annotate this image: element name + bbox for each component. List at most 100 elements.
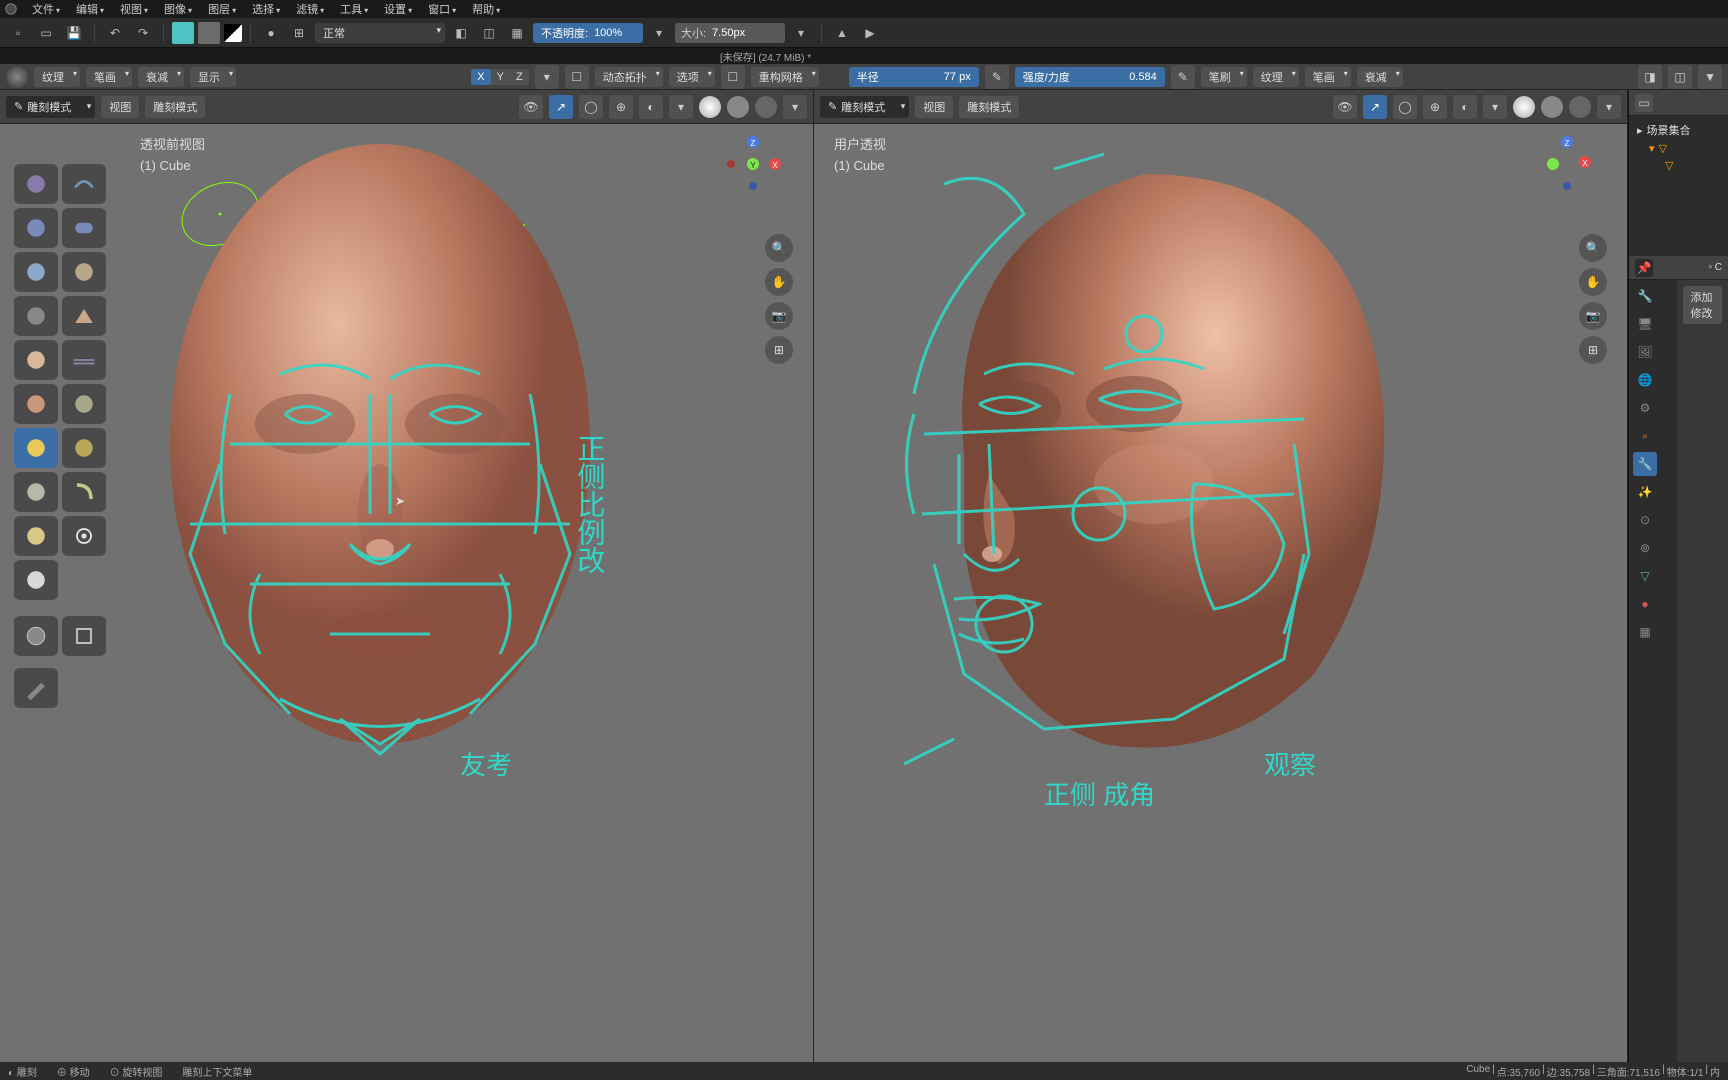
brush-dropdown[interactable]: 笔刷	[1201, 67, 1247, 87]
draw-sharp-tool[interactable]	[62, 164, 106, 204]
shading-dropdown-icon[interactable]: ▾	[669, 95, 693, 119]
pinch-brush-tool[interactable]	[14, 428, 58, 468]
zoom-icon-r[interactable]: 🔍	[1579, 234, 1607, 262]
opacity-input[interactable]: 不透明度:100%	[533, 23, 643, 43]
shading-matcap-icon[interactable]	[755, 96, 777, 118]
prop-tab-modifier[interactable]: 🔧	[1633, 452, 1657, 476]
mask-icon[interactable]: ▦	[505, 21, 529, 45]
box-hide-tool[interactable]	[62, 616, 106, 656]
options-dropdown[interactable]: 选项	[669, 67, 715, 87]
camera-icon[interactable]: 📷	[765, 302, 793, 330]
brush-preview-icon[interactable]	[6, 66, 28, 88]
prop-tab-data[interactable]: ▽	[1633, 564, 1657, 588]
xray-icon-r[interactable]: ◐	[1453, 95, 1477, 119]
outliner-collection[interactable]: ▾▽	[1633, 140, 1724, 157]
layer-brush-tool[interactable]	[14, 252, 58, 292]
panel-toggle-icon[interactable]: ◨	[1638, 65, 1662, 89]
strength-input[interactable]: 强度/力度0.584	[1015, 67, 1165, 87]
prop-tab-render[interactable]: 🔧	[1633, 284, 1657, 308]
blend-mode-dropdown[interactable]: 正常	[315, 23, 445, 43]
shading-dropdown-icon-r[interactable]: ▾	[1483, 95, 1507, 119]
dyntopo-dropdown[interactable]: 动态拓扑	[595, 67, 663, 87]
axis-z-btn[interactable]: Z	[510, 69, 529, 85]
clay-strips-tool[interactable]	[62, 208, 106, 248]
xray-icon[interactable]: ◐	[639, 95, 663, 119]
prop-tab-scene[interactable]: 🌐	[1633, 368, 1657, 392]
opacity-dropdown-icon[interactable]: ▾	[647, 21, 671, 45]
texture-dropdown[interactable]: 纹理	[34, 67, 80, 87]
outliner-scene[interactable]: ▸场景集合	[1633, 120, 1724, 140]
shading-wire-icon-r[interactable]	[1513, 96, 1535, 118]
viewport-left-content[interactable]: 透视前视图 (1) Cube Z Y X 🔍 ✋ 📷 ⊞	[0, 124, 813, 1062]
falloff-dropdown[interactable]: 衰减	[138, 67, 184, 87]
props-pin-icon[interactable]: 📌	[1635, 259, 1653, 277]
camera-icon-r[interactable]: 📷	[1579, 302, 1607, 330]
filter-icon[interactable]: ▼	[1698, 65, 1722, 89]
radius-pressure-icon[interactable]: ✎	[985, 65, 1009, 89]
pan-icon-r[interactable]: ✋	[1579, 268, 1607, 296]
menu-view[interactable]: 视图▾	[112, 1, 156, 17]
zoom-icon[interactable]: 🔍	[765, 234, 793, 262]
foreground-color-swatch[interactable]	[172, 22, 194, 44]
alpha-lock-icon[interactable]: ◫	[477, 21, 501, 45]
outliner-display-icon[interactable]: ▭	[1635, 94, 1653, 112]
symmetry-options-icon[interactable]: ▾	[535, 65, 559, 89]
navigation-gizmo-left[interactable]: Z Y X	[723, 134, 783, 194]
menu-help[interactable]: 帮助▾	[464, 1, 508, 17]
shading-solid-icon[interactable]	[727, 96, 749, 118]
shading-wire-icon[interactable]	[699, 96, 721, 118]
draw-brush-tool[interactable]	[14, 164, 58, 204]
strength-pressure-icon[interactable]: ✎	[1171, 65, 1195, 89]
crease-brush-tool[interactable]	[62, 296, 106, 336]
blob-brush-tool[interactable]	[14, 296, 58, 336]
prop-tab-material[interactable]: ●	[1633, 592, 1657, 616]
prop-tab-constraints[interactable]: ⊚	[1633, 536, 1657, 560]
clay-brush-tool[interactable]	[14, 208, 58, 248]
snake-hook-tool[interactable]	[62, 472, 106, 512]
smooth-brush-tool[interactable]	[14, 340, 58, 380]
brush-size-input[interactable]: 大小:7.50px	[675, 23, 785, 43]
thumb-brush-tool[interactable]	[14, 516, 58, 556]
rotate-brush-tool[interactable]	[62, 516, 106, 556]
prop-tab-physics[interactable]: ⊙	[1633, 508, 1657, 532]
overlay2-icon-r[interactable]: ⊕	[1423, 95, 1447, 119]
add-modifier-button[interactable]: 添加修改	[1683, 286, 1723, 324]
undo-icon[interactable]: ↶	[103, 21, 127, 45]
grid-icon[interactable]: ⊞	[287, 21, 311, 45]
menu-layer[interactable]: 图层▾	[200, 1, 244, 17]
perspective-icon[interactable]: ⊞	[765, 336, 793, 364]
menu-filter[interactable]: 滤镜▾	[288, 1, 332, 17]
perspective-icon-r[interactable]: ⊞	[1579, 336, 1607, 364]
swap-colors-icon[interactable]	[224, 24, 242, 42]
elastic-brush-tool[interactable]	[14, 472, 58, 512]
remesh-dropdown[interactable]: 重构网格	[751, 67, 819, 87]
brush-preset-icon[interactable]: ●	[259, 21, 283, 45]
menu-select[interactable]: 选择▾	[244, 1, 288, 17]
prop-tab-output[interactable]: 🖥	[1633, 312, 1657, 336]
annotate-tool[interactable]	[14, 668, 58, 708]
mirror-h-icon[interactable]: ▲	[830, 21, 854, 45]
new-file-icon[interactable]: ▫	[6, 21, 30, 45]
axis-x-btn[interactable]: X	[471, 69, 490, 85]
grab-brush-tool[interactable]	[62, 428, 106, 468]
box-mask-tool[interactable]	[14, 616, 58, 656]
stroke2-dropdown[interactable]: 笔画	[1305, 67, 1351, 87]
menu-tools[interactable]: 工具▾	[332, 1, 376, 17]
open-file-icon[interactable]: ▭	[34, 21, 58, 45]
stroke-dropdown[interactable]: 笔画	[86, 67, 132, 87]
outliner-object[interactable]: ▽	[1633, 157, 1724, 174]
shading-render-icon-r[interactable]: ▾	[1597, 95, 1621, 119]
outliner[interactable]: ▸场景集合 ▾▽ ▽	[1629, 116, 1728, 256]
size-dropdown-icon[interactable]: ▾	[789, 21, 813, 45]
menu-file[interactable]: 文件▾	[24, 1, 68, 17]
viewport-right-content[interactable]: 用户透视 (1) Cube Z X 🔍 ✋ 📷 ⊞	[814, 124, 1627, 1062]
mask-brush-tool[interactable]	[14, 560, 58, 600]
menu-edit[interactable]: 编辑▾	[68, 1, 112, 17]
eraser-icon[interactable]: ◧	[449, 21, 473, 45]
prop-tab-texture[interactable]: ▦	[1633, 620, 1657, 644]
prop-tab-view[interactable]: 🖼	[1633, 340, 1657, 364]
axis-y-btn[interactable]: Y	[491, 69, 510, 85]
navigation-gizmo-right[interactable]: Z X	[1537, 134, 1597, 194]
menu-settings[interactable]: 设置▾	[376, 1, 420, 17]
fill-brush-tool[interactable]	[14, 384, 58, 424]
